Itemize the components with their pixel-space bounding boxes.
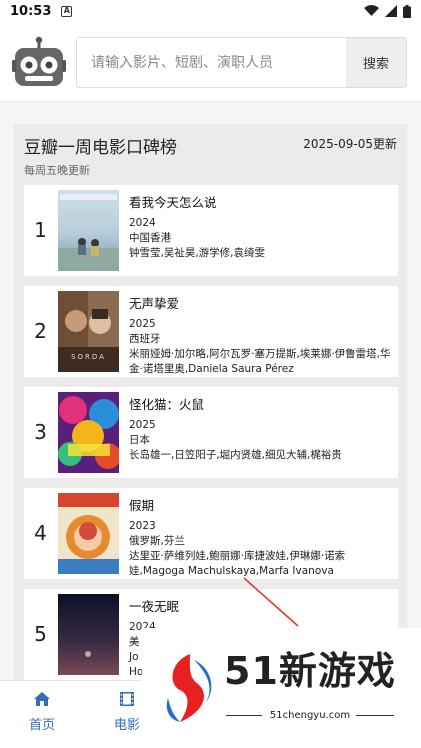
watermark-text: 51新游戏 [224, 649, 396, 693]
watermark-logo-icon [166, 654, 212, 722]
watermark-divider [356, 715, 394, 716]
watermark: 51新游戏 51chengyu.com [142, 628, 421, 748]
